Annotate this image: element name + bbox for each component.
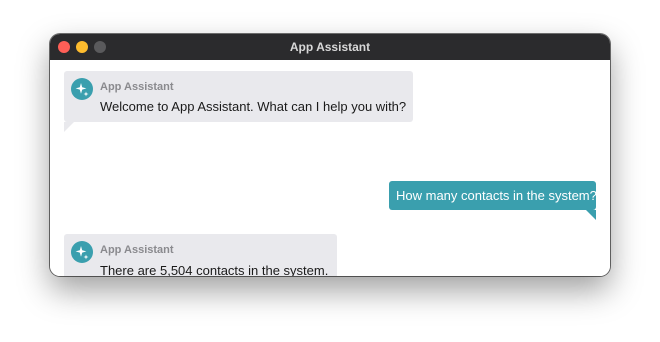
message-text: How many contacts in the system? bbox=[396, 188, 597, 203]
title-bar: App Assistant bbox=[50, 34, 610, 60]
user-message: How many contacts in the system? bbox=[389, 181, 597, 220]
message-text: There are 5,504 contacts in the system. bbox=[100, 263, 329, 276]
sparkle-icon bbox=[71, 241, 93, 263]
message-text: Welcome to App Assistant. What can I hel… bbox=[100, 99, 407, 114]
sender-name: App Assistant bbox=[100, 244, 174, 256]
sender-name: App Assistant bbox=[100, 81, 174, 93]
chat-transcript[interactable]: App Assistant Welcome to App Assistant. … bbox=[50, 60, 610, 276]
bubble-tail bbox=[64, 122, 74, 132]
app-window: App Assistant App Assistant Welcome to A… bbox=[50, 34, 610, 276]
sparkle-icon bbox=[71, 78, 93, 100]
assistant-message: App Assistant Welcome to App Assistant. … bbox=[64, 71, 413, 132]
window-title: App Assistant bbox=[289, 40, 371, 54]
assistant-message: App Assistant There are 5,504 contacts i… bbox=[64, 234, 337, 276]
bubble-tail bbox=[586, 210, 596, 220]
